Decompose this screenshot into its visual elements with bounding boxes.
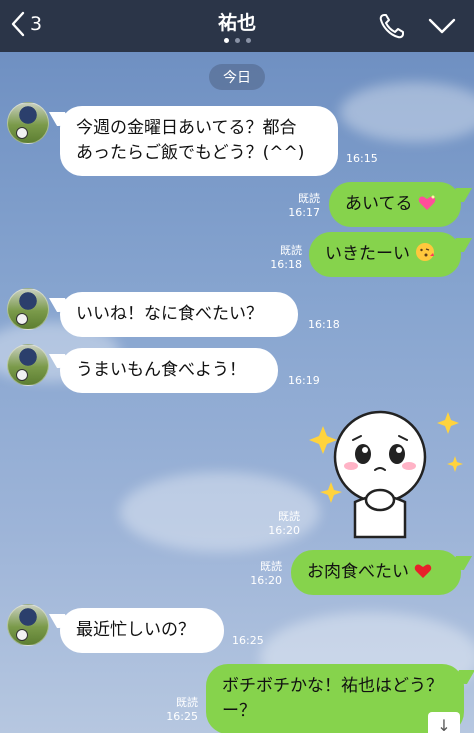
message-time: 16:15 (346, 152, 378, 165)
message-bubble-outgoing[interactable]: お肉食べたい (291, 550, 461, 595)
face-blowing-kiss-icon (416, 243, 435, 261)
message-text: あいてる (345, 194, 413, 214)
sticker-pleading-character[interactable] (305, 402, 465, 542)
message-time: 16:19 (288, 374, 320, 387)
date-separator: 今日 (209, 64, 265, 90)
chevron-down-icon (428, 18, 456, 34)
avatar[interactable] (7, 604, 49, 646)
message-bubble-incoming[interactable]: うまいもん食べよう！ (60, 348, 278, 393)
message-text: うまいもん食べよう！ (76, 360, 246, 380)
message-text-line: あったらご飯でもどう？(^^) (76, 143, 305, 163)
message-status: 既読 16:20 (242, 560, 282, 588)
message-text: お肉食べたい (307, 562, 409, 582)
call-button[interactable] (376, 10, 408, 42)
red-heart-icon (415, 564, 432, 578)
chat-header: 3 祐也 (0, 0, 474, 52)
sparkling-heart-icon (418, 195, 436, 210)
read-receipt: 既読 (298, 192, 320, 205)
message-time: 16:18 (308, 318, 340, 331)
avatar[interactable] (7, 102, 49, 144)
background-cloud (340, 82, 474, 142)
message-text-line: ボチボチかな！祐也はどう？ (222, 676, 443, 696)
read-receipt: 既読 (176, 696, 198, 709)
message-status: 既読 16:25 (158, 696, 198, 724)
message-status: 既読 16:20 (260, 510, 300, 538)
menu-button[interactable] (426, 10, 458, 42)
message-time: 16:17 (288, 206, 320, 219)
phone-icon (379, 14, 404, 39)
scroll-down-icon: ↓ (437, 715, 451, 733)
read-receipt: 既読 (260, 560, 282, 573)
message-bubble-outgoing[interactable]: あいてる (329, 182, 461, 227)
message-status: 既読 16:18 (262, 244, 302, 272)
message-status: 既読 16:17 (280, 192, 320, 220)
message-time: 16:18 (270, 258, 302, 271)
message-time: 16:20 (250, 574, 282, 587)
page-dot (223, 38, 229, 43)
message-text: いきたーい (325, 244, 410, 264)
message-text-line: ー？ (222, 701, 256, 721)
read-receipt: 既読 (278, 510, 300, 523)
message-bubble-incoming[interactable]: 最近忙しいの？ (60, 608, 224, 653)
chat-area[interactable]: 今日 今週の金曜日あいてる？都合 あったらご飯でもどう？(^^) 16:15 既… (0, 52, 474, 733)
message-bubble-outgoing[interactable]: いきたーい (309, 232, 461, 277)
message-text-line: 今週の金曜日あいてる？都合 (76, 118, 297, 138)
message-time: 16:25 (166, 710, 198, 723)
page-dot (245, 38, 251, 43)
message-bubble-incoming[interactable]: いいね！なに食べたい？ (60, 292, 298, 337)
message-time: 16:20 (268, 524, 300, 537)
avatar[interactable] (7, 288, 49, 330)
message-bubble-outgoing[interactable]: ボチボチかな！祐也はどう？ ー？ (206, 664, 464, 733)
message-text: 最近忙しいの？ (76, 620, 195, 640)
scroll-down-button[interactable]: ↓ (428, 712, 460, 733)
page-dot (234, 38, 240, 43)
message-time: 16:25 (232, 634, 264, 647)
message-bubble-incoming[interactable]: 今週の金曜日あいてる？都合 あったらご飯でもどう？(^^) (60, 106, 338, 176)
read-receipt: 既読 (280, 244, 302, 257)
message-text: いいね！なに食べたい？ (76, 304, 263, 324)
avatar[interactable] (7, 344, 49, 386)
